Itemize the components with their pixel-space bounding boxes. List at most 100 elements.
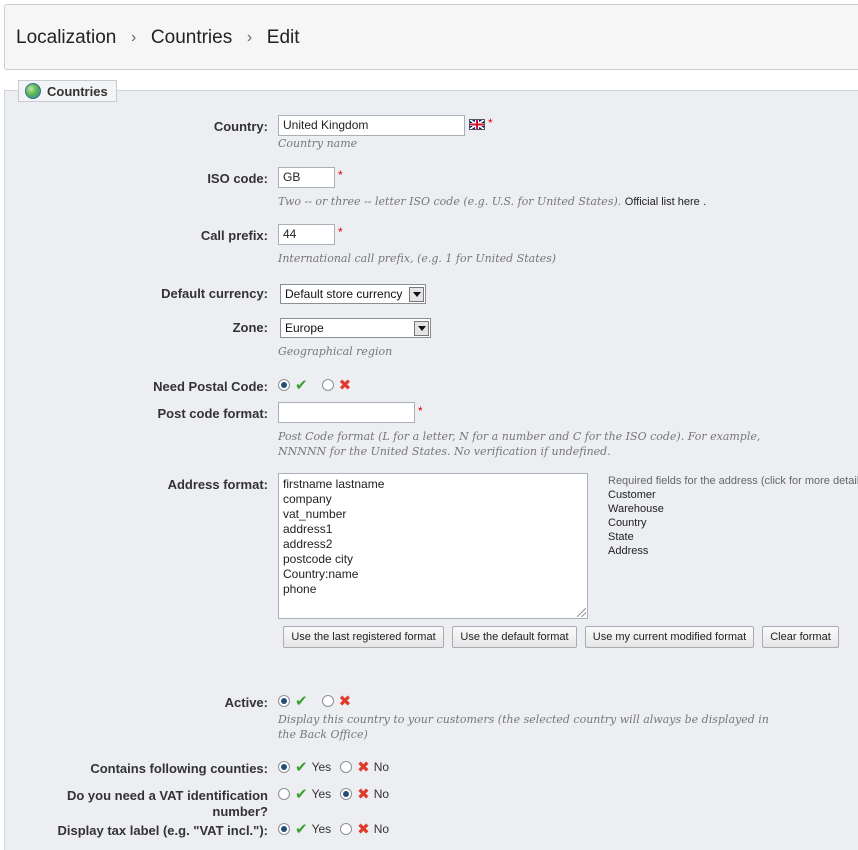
check-icon: ✔ — [295, 377, 308, 394]
iso-code-hint-end: . — [703, 196, 707, 208]
active-yes-radio[interactable] — [278, 695, 290, 707]
need-postal-code-label: Need Postal Code: — [153, 379, 268, 394]
required-marker: * — [338, 168, 343, 182]
required-marker: * — [418, 404, 423, 418]
panel-legend: Countries — [18, 80, 117, 102]
cross-icon: ✖ — [357, 821, 370, 838]
yes-text: Yes — [311, 787, 332, 801]
no-text: No — [373, 787, 390, 801]
contains-counties-radios: ✔ Yes ✖ No — [278, 758, 398, 776]
call-prefix-input[interactable]: 44 — [278, 224, 335, 245]
no-text: No — [373, 760, 390, 774]
address-line: firstname lastname — [283, 477, 385, 491]
zone-label: Zone: — [232, 320, 268, 335]
chevron-right-icon: › — [246, 29, 253, 46]
breadcrumb-countries[interactable]: Countries — [151, 27, 232, 49]
address-line: address2 — [283, 537, 333, 551]
zone-value: Europe — [285, 321, 324, 335]
tax-label-yes-radio[interactable] — [278, 823, 290, 835]
cross-icon: ✖ — [338, 377, 352, 394]
cross-icon: ✖ — [357, 786, 370, 803]
official-list-link[interactable]: Official list here — [625, 196, 700, 208]
use-default-format-button[interactable]: Use the default format — [452, 626, 577, 648]
default-currency-value: Default store currency — [285, 287, 403, 301]
zone-hint: Geographical region — [278, 345, 393, 358]
required-field-country[interactable]: Country — [608, 516, 858, 530]
globe-icon — [25, 83, 41, 99]
zone-select[interactable]: Europe — [280, 318, 431, 338]
panel-legend-text: Countries — [47, 83, 108, 99]
chevron-right-icon: › — [130, 29, 137, 46]
address-format-label: Address format: — [167, 477, 268, 492]
post-code-hint-line1: Post Code format (L for a letter, N for … — [278, 430, 761, 443]
required-marker: * — [488, 116, 493, 130]
post-code-format-label: Post code format: — [157, 406, 268, 421]
vat-no-radio[interactable] — [340, 788, 353, 800]
page-header: Localization › Countries › Edit — [4, 4, 858, 70]
yes-text: Yes — [311, 822, 332, 836]
address-line: phone — [283, 582, 317, 596]
required-field-state[interactable]: State — [608, 530, 858, 544]
resize-handle[interactable] — [577, 608, 586, 617]
address-line: Country:name — [283, 567, 359, 581]
need-postal-code-radios: ✔ ✖ — [278, 376, 355, 394]
post-code-format-hint: Post Code format (L for a letter, N for … — [278, 429, 760, 459]
counties-no-radio[interactable] — [340, 761, 353, 773]
need-vat-label: Do you need a VAT identification number? — [66, 788, 268, 819]
call-prefix-hint: International call prefix, (e.g. 1 for U… — [278, 252, 557, 265]
active-hint: Display this country to your customers (… — [278, 712, 769, 742]
check-icon: ✔ — [295, 786, 308, 803]
tax-label-no-radio[interactable] — [340, 823, 353, 835]
need-vat-radios: ✔ Yes ✖ No — [278, 785, 398, 803]
clear-format-button[interactable]: Clear format — [762, 626, 839, 648]
display-tax-label-radios: ✔ Yes ✖ No — [278, 820, 398, 838]
breadcrumb-edit: Edit — [266, 27, 300, 48]
required-field-address[interactable]: Address — [608, 544, 858, 558]
required-marker: * — [338, 225, 343, 239]
chevron-down-icon[interactable] — [409, 286, 424, 302]
post-code-format-input[interactable] — [278, 402, 415, 423]
active-no-radio[interactable] — [321, 695, 334, 707]
no-text: No — [373, 822, 390, 836]
country-label: Country: — [213, 119, 268, 134]
check-icon: ✔ — [295, 759, 308, 776]
address-line: company — [283, 492, 332, 506]
breadcrumb-localization[interactable]: Localization — [16, 27, 116, 49]
required-field-customer[interactable]: Customer — [608, 488, 858, 502]
chevron-down-icon[interactable] — [414, 320, 429, 336]
check-icon: ✔ — [295, 821, 308, 838]
yes-text: Yes — [311, 760, 332, 774]
active-radios: ✔ ✖ — [278, 692, 355, 710]
required-fields-title: Required fields for the address (click f… — [608, 475, 858, 487]
iso-code-hint-text: Two -- or three -- letter ISO code (e.g.… — [278, 195, 622, 208]
address-format-textarea[interactable]: firstname lastname company vat_number ad… — [278, 473, 588, 619]
address-line: vat_number — [283, 507, 347, 521]
active-hint-line1: Display this country to your customers (… — [278, 713, 769, 726]
cross-icon: ✖ — [357, 759, 370, 776]
address-line: address1 — [283, 522, 333, 536]
default-currency-select[interactable]: Default store currency — [280, 284, 426, 304]
postal-code-yes-radio[interactable] — [278, 379, 290, 391]
country-name-input[interactable]: United Kingdom — [278, 115, 465, 136]
use-current-modified-format-button[interactable]: Use my current modified format — [585, 626, 754, 648]
required-field-warehouse[interactable]: Warehouse — [608, 502, 858, 516]
postal-code-no-radio[interactable] — [321, 379, 334, 391]
uk-flag-icon — [469, 119, 485, 130]
cross-icon: ✖ — [338, 693, 352, 710]
address-line: postcode city — [283, 552, 354, 566]
check-icon: ✔ — [295, 693, 308, 710]
iso-code-input[interactable]: GB — [278, 167, 335, 188]
vat-yes-radio[interactable] — [278, 788, 290, 800]
contains-counties-label: Contains following counties: — [90, 761, 268, 776]
call-prefix-label: Call prefix: — [200, 228, 268, 243]
active-hint-line2: the Back Office) — [278, 728, 368, 741]
required-fields-list: Required fields for the address (click f… — [608, 474, 858, 558]
use-last-registered-format-button[interactable]: Use the last registered format — [283, 626, 444, 648]
country-hint: Country name — [278, 137, 358, 150]
breadcrumb: Localization › Countries › Edit — [16, 27, 300, 49]
counties-yes-radio[interactable] — [278, 761, 290, 773]
iso-code-label: ISO code: — [207, 171, 268, 186]
iso-code-hint: Two -- or three -- letter ISO code (e.g.… — [278, 194, 706, 210]
default-currency-label: Default currency: — [161, 286, 268, 301]
post-code-hint-line2: NNNNN for the United States. No verifica… — [278, 445, 611, 458]
